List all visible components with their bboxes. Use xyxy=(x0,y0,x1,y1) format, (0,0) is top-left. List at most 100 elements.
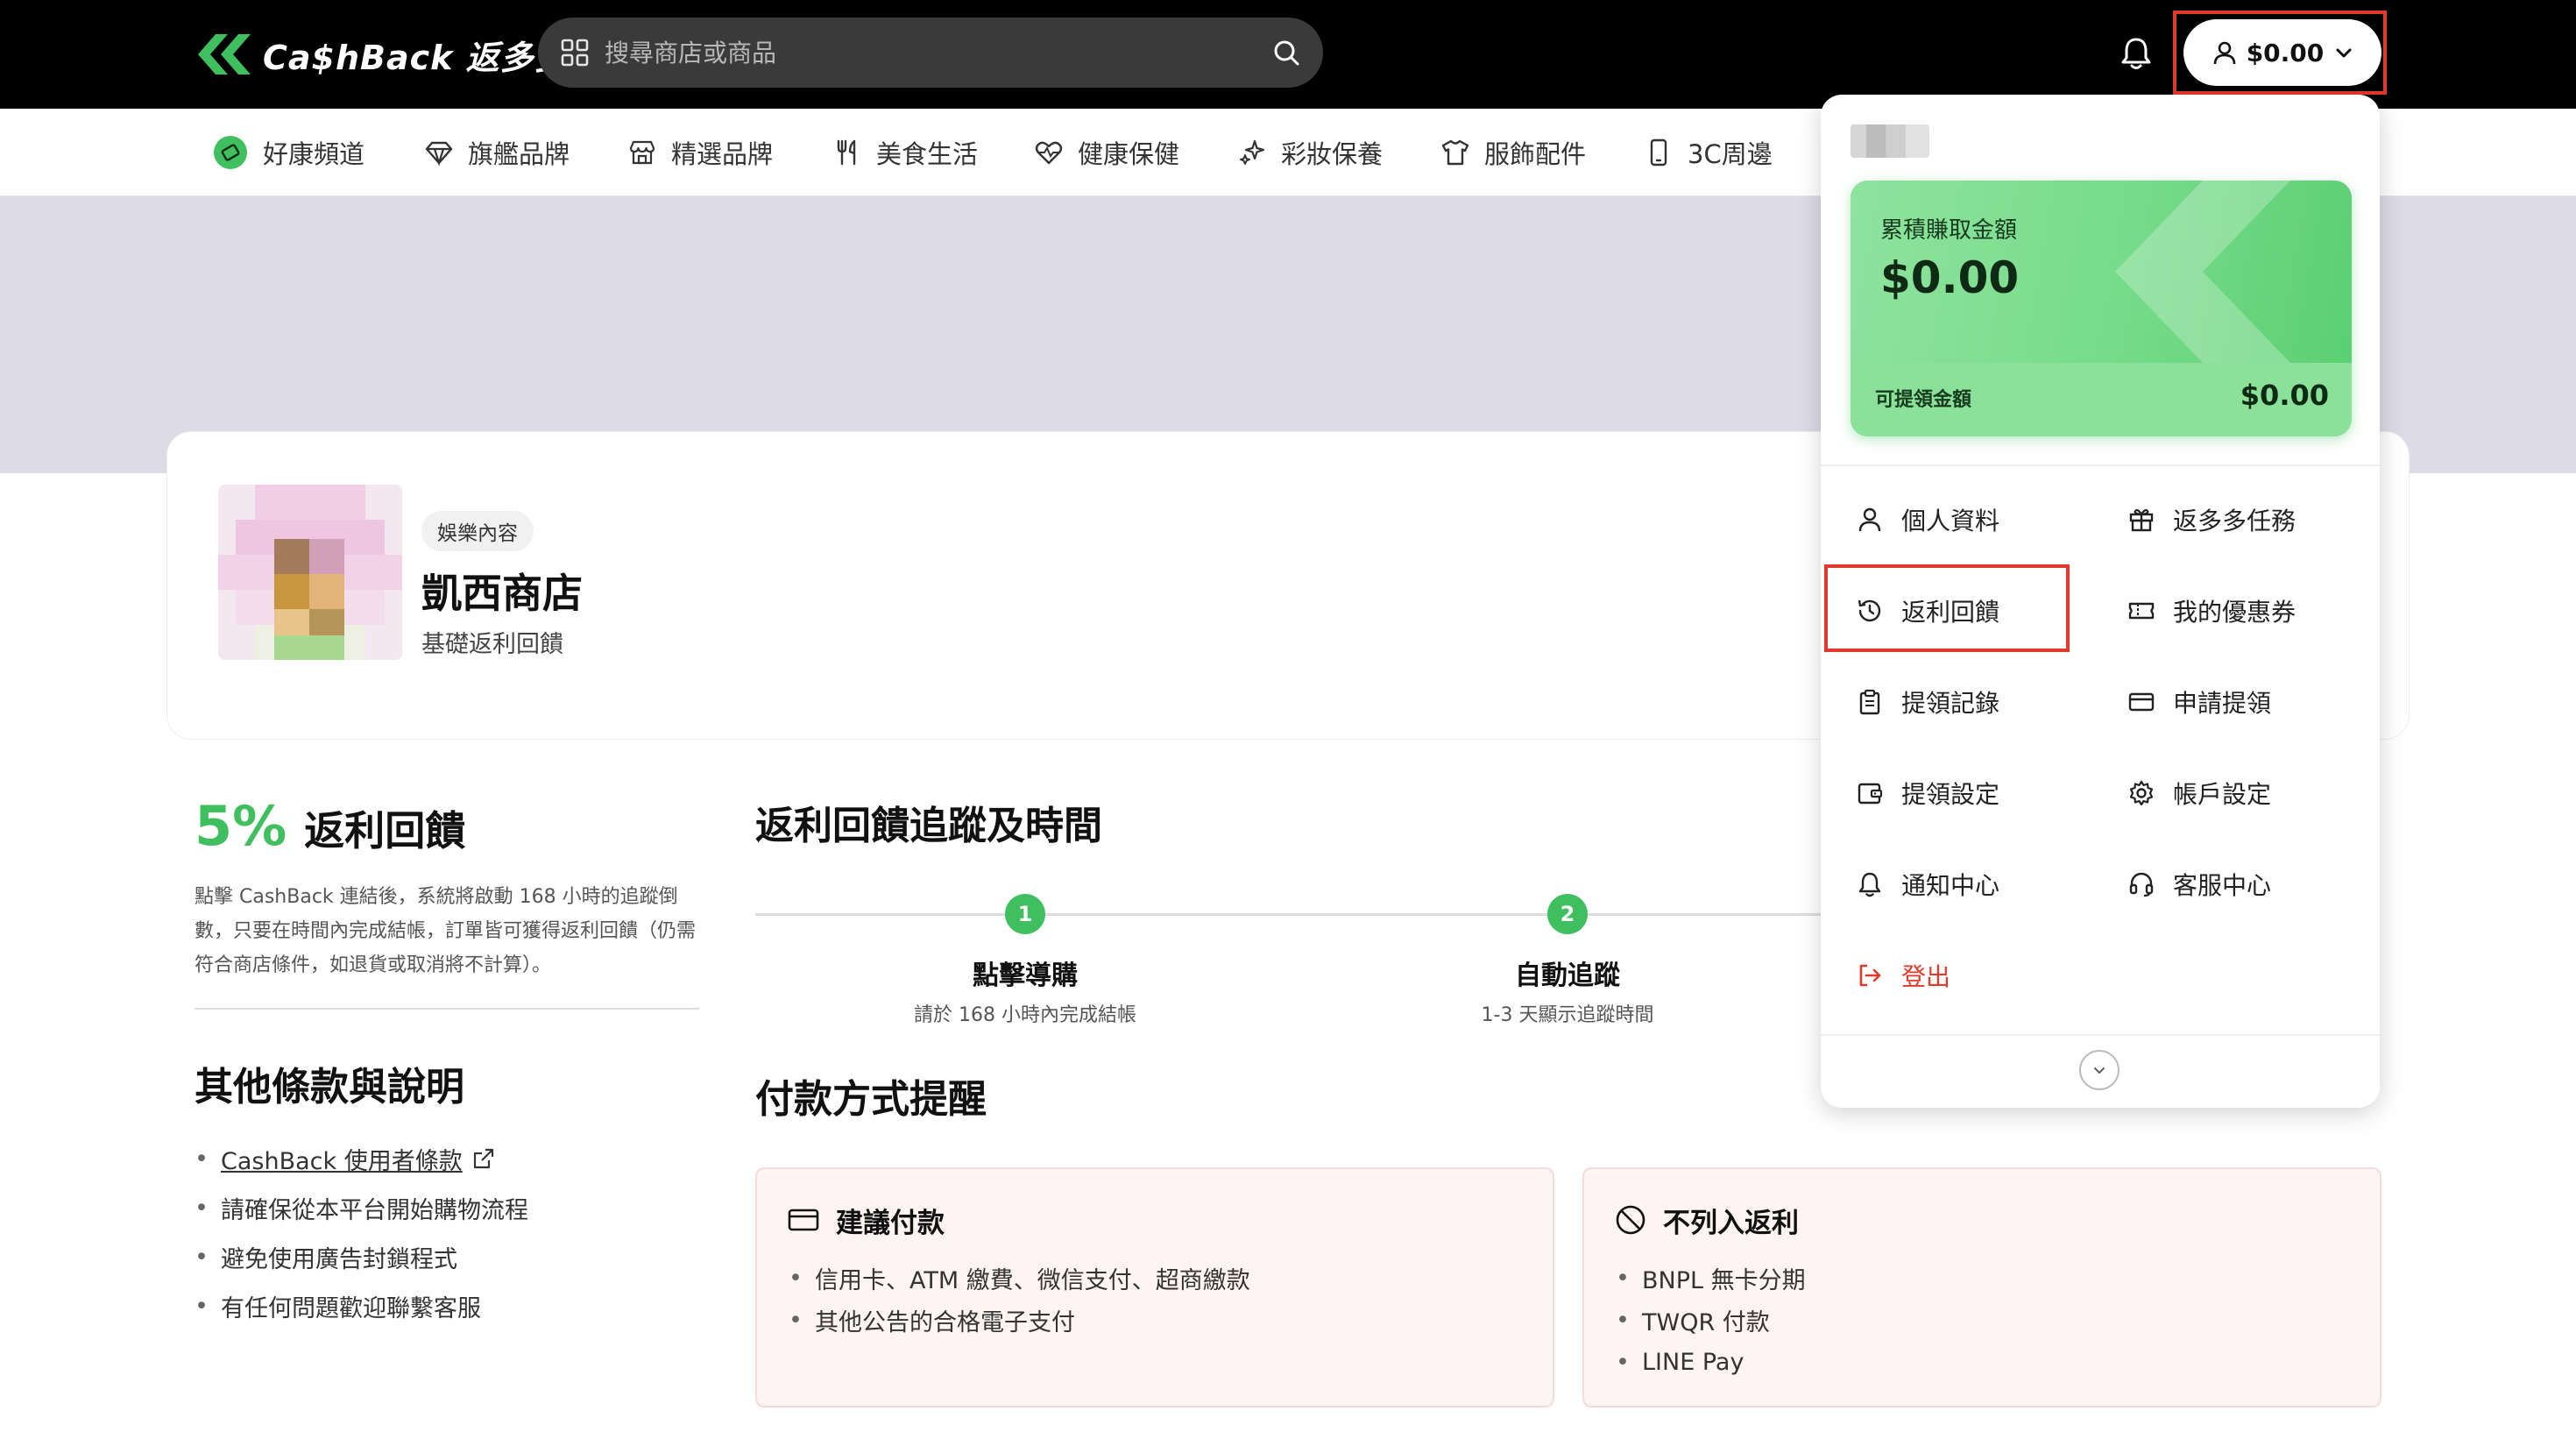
wallet-icon xyxy=(1858,783,1883,805)
search-input[interactable] xyxy=(605,18,1218,88)
bullet: • xyxy=(1616,1348,1630,1376)
bullet: • xyxy=(195,1292,209,1320)
earnings-card: 累積賺取金額 $0.00 可提領金額 $0.00 xyxy=(1851,181,2352,436)
category-deals[interactable]: 好康頻道 xyxy=(214,135,364,170)
search-icon[interactable] xyxy=(1270,37,1302,68)
account-balance-button[interactable]: $0.00 xyxy=(2183,19,2381,86)
divider xyxy=(1821,464,2380,466)
menu-item-support[interactable]: 客服中心 xyxy=(2127,862,2271,906)
expand-more-button[interactable] xyxy=(2079,1050,2120,1090)
tracking-timeline xyxy=(755,913,1824,916)
category-featured[interactable]: 精選品牌 xyxy=(627,135,773,170)
cashback-rate: 5% 返利回饋 xyxy=(195,794,465,858)
category-label: 彩妝保養 xyxy=(1281,139,1384,169)
store-name: 凱西商店 xyxy=(421,570,583,617)
excluded-payment-list: • BNPL 無卡分期 • TWQR 付款 • LINE Pay xyxy=(1616,1257,1806,1383)
heart-pulse-icon xyxy=(1035,141,1063,165)
divider xyxy=(1821,1034,2380,1036)
account-balance: $0.00 xyxy=(2246,38,2325,67)
external-link-icon[interactable] xyxy=(471,1146,496,1171)
user-terms-link[interactable]: CashBack 使用者條款 xyxy=(221,1142,463,1176)
suggested-payment-list: • 信用卡、ATM 繳費、微信支付、超商繳款 • 其他公告的合格電子支付 xyxy=(789,1257,1250,1341)
list-item-text: BNPL 無卡分期 xyxy=(1642,1266,1806,1294)
search-bar[interactable] xyxy=(538,18,1323,88)
divider xyxy=(195,1008,699,1010)
chevron-down-icon xyxy=(2336,48,2352,58)
category-label: 3C周邊 xyxy=(1688,139,1773,169)
bullet: • xyxy=(1616,1306,1630,1334)
credit-card-icon xyxy=(788,1209,819,1231)
logo-mark-icon xyxy=(198,34,251,74)
terms-item: • 有任何問題歡迎聯繫客服 xyxy=(195,1281,528,1330)
bullet: • xyxy=(195,1194,209,1222)
chevron-decoration-icon xyxy=(2115,181,2290,363)
menu-item-label: 客服中心 xyxy=(2173,871,2272,900)
headset-icon xyxy=(2129,872,2154,897)
terms-item-text: 請確保從本平台開始購物流程 xyxy=(221,1196,528,1224)
gift-icon xyxy=(2129,509,2154,532)
suggested-payment-title: 建議付款 xyxy=(836,1207,945,1239)
list-item: • BNPL 無卡分期 xyxy=(1616,1257,1806,1299)
user-icon xyxy=(2213,41,2236,65)
terms-list: • CashBack 使用者條款 • 請確保從本平台開始購物流程 • 避免使用廣… xyxy=(195,1134,528,1330)
category-health[interactable]: 健康保健 xyxy=(1034,135,1179,170)
step-2-subtitle: 1-3 天顯示追蹤時間 xyxy=(1481,1004,1654,1026)
bullet: • xyxy=(1616,1264,1630,1292)
menu-item-apply-withdraw[interactable]: 申請提領 xyxy=(2127,680,2271,724)
menu-item-account-settings[interactable]: 帳戶設定 xyxy=(2127,771,2271,815)
bullet: • xyxy=(789,1264,803,1292)
terms-title: 其他條款與說明 xyxy=(195,1065,464,1109)
cashback-description: 點擊 CashBack 連結後，系統將啟動 168 小時的追蹤倒數，只要在時間內… xyxy=(195,886,697,976)
diamond-icon xyxy=(425,141,453,167)
menu-item-profile[interactable]: 個人資料 xyxy=(1856,498,1999,542)
menu-item-cashback[interactable]: 返利回饋 xyxy=(1856,589,1999,633)
card-icon xyxy=(2128,692,2155,712)
list-item: • LINE Pay xyxy=(1616,1341,1806,1383)
category-label: 美食生活 xyxy=(876,139,979,169)
category-label: 服飾配件 xyxy=(1484,139,1587,169)
category-grid-icon[interactable] xyxy=(559,37,591,68)
list-item: • 其他公告的合格電子支付 xyxy=(789,1299,1250,1341)
sparkle-icon xyxy=(1240,139,1265,165)
category-flagship[interactable]: 旗艦品牌 xyxy=(424,135,570,170)
menu-item-label: 申請提領 xyxy=(2173,689,2272,718)
earnings-card-top: 累積賺取金額 $0.00 xyxy=(1851,181,2352,363)
phone-icon xyxy=(1650,138,1667,167)
category-label: 健康保健 xyxy=(1078,139,1180,169)
cashback-logo[interactable]: Ca$hBack 返多多 xyxy=(195,30,569,79)
user-icon xyxy=(1858,507,1881,532)
menu-item-notifications[interactable]: 通知中心 xyxy=(1856,862,1999,906)
category-label: 旗艦品牌 xyxy=(468,139,570,169)
excluded-payment-card: 不列入返利 • BNPL 無卡分期 • TWQR 付款 • LINE Pay xyxy=(1582,1167,2381,1407)
logout-button[interactable]: 登出 xyxy=(1856,953,1950,997)
terms-item-text: 有任何問題歡迎聯繫客服 xyxy=(221,1294,481,1322)
menu-item-tasks[interactable]: 返多多任務 xyxy=(2127,498,2296,542)
tracking-title: 返利回饋追蹤及時間 xyxy=(755,804,1102,848)
chevron-down-icon xyxy=(2093,1067,2105,1074)
menu-item-withdraw-settings[interactable]: 提領設定 xyxy=(1856,771,1999,815)
withdrawable-row: 可提領金額 $0.00 xyxy=(1851,363,2352,436)
excluded-payment-title: 不列入返利 xyxy=(1663,1207,1799,1239)
top-navbar: Ca$hBack 返多多 $0.00 xyxy=(0,0,2576,109)
menu-item-withdraw-records[interactable]: 提領記錄 xyxy=(1856,680,1999,724)
menu-item-label: 個人資料 xyxy=(1901,507,2000,535)
prohibited-icon xyxy=(1616,1205,1645,1235)
menu-item-coupons[interactable]: 我的優惠券 xyxy=(2127,589,2296,633)
menu-item-label: 返多多任務 xyxy=(2173,507,2296,535)
category-fashion[interactable]: 服飾配件 xyxy=(1440,135,1586,170)
menu-item-label: 提領設定 xyxy=(1901,780,2000,809)
category-food[interactable]: 美食生活 xyxy=(832,135,978,170)
category-beauty[interactable]: 彩妝保養 xyxy=(1237,135,1383,170)
menu-item-label: 帳戶設定 xyxy=(2173,780,2272,809)
step-1-title: 點擊導購 xyxy=(973,961,1078,991)
category-3c[interactable]: 3C周邊 xyxy=(1644,135,1773,170)
logout-label: 登出 xyxy=(1901,962,1951,991)
terms-item[interactable]: • CashBack 使用者條款 xyxy=(195,1134,528,1183)
shirt-icon xyxy=(1441,139,1469,166)
list-item-text: LINE Pay xyxy=(1642,1348,1744,1376)
store-icon xyxy=(629,140,655,165)
notification-bell-icon[interactable] xyxy=(2119,35,2154,72)
total-earned-value: $0.00 xyxy=(1880,252,2020,303)
username-blurred xyxy=(1851,124,1929,158)
menu-item-label: 返利回饋 xyxy=(1901,598,2000,627)
